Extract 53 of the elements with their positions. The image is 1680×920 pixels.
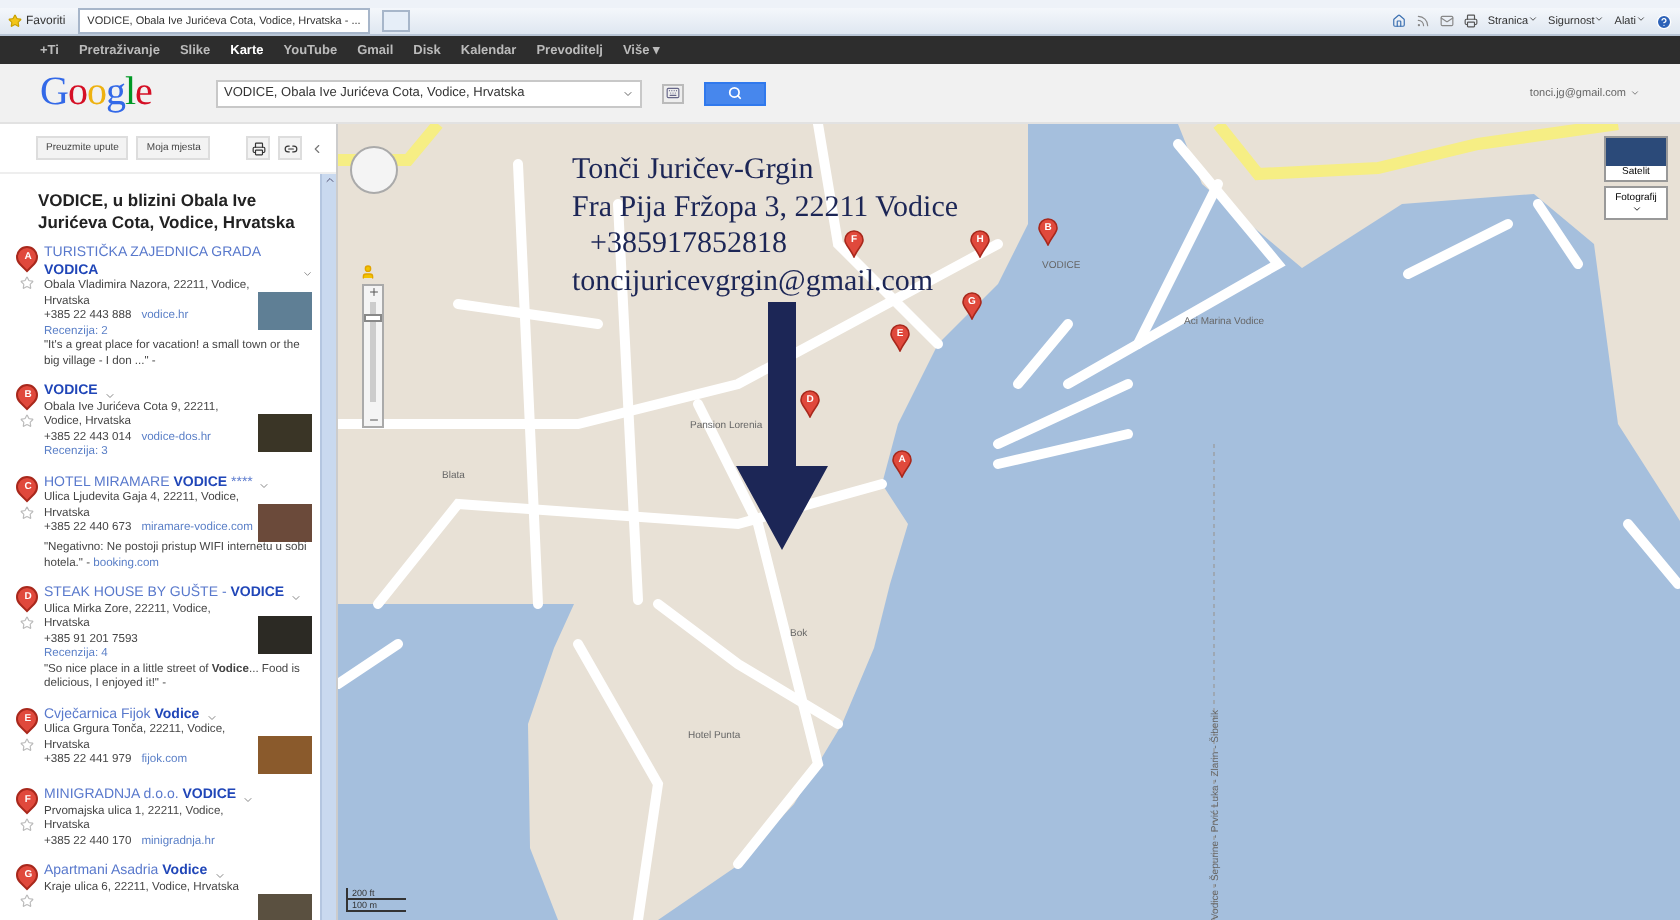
star-icon[interactable] bbox=[19, 737, 33, 751]
star-icon[interactable] bbox=[19, 505, 33, 519]
caret-icon bbox=[1631, 204, 1641, 214]
zoom-out-icon[interactable] bbox=[367, 414, 379, 426]
overlay-text: Tonči Juričev-Grgin bbox=[572, 152, 814, 189]
link-icon bbox=[283, 141, 297, 155]
slider-thumb[interactable] bbox=[364, 314, 382, 322]
pegman-icon[interactable] bbox=[360, 264, 376, 280]
scroll-up-icon[interactable] bbox=[323, 174, 335, 186]
print-icon[interactable] bbox=[1463, 14, 1478, 28]
star-icon[interactable] bbox=[19, 276, 33, 290]
star-icon bbox=[8, 14, 22, 28]
overlay-text: +385917852818 bbox=[590, 226, 787, 263]
caret-icon[interactable] bbox=[290, 591, 303, 603]
collapse-icon[interactable] bbox=[310, 141, 324, 155]
photo-placeholder[interactable] bbox=[258, 413, 312, 451]
logo[interactable]: Google bbox=[40, 70, 196, 116]
caret-icon bbox=[1594, 14, 1605, 24]
map-drawing[interactable] bbox=[338, 124, 1680, 920]
print-icon bbox=[251, 141, 265, 155]
search-button[interactable] bbox=[704, 81, 766, 105]
keyboard-icon bbox=[666, 86, 680, 100]
caret-icon[interactable] bbox=[258, 480, 271, 492]
scrollbar[interactable] bbox=[320, 174, 336, 920]
photo-placeholder[interactable] bbox=[258, 893, 312, 920]
keyboard-button[interactable] bbox=[662, 83, 684, 103]
link-button[interactable] bbox=[278, 136, 302, 160]
caret-icon[interactable] bbox=[205, 712, 218, 724]
star-icon[interactable] bbox=[19, 616, 33, 630]
feed-icon[interactable] bbox=[1415, 14, 1430, 28]
caret-icon bbox=[1528, 14, 1539, 24]
caret-icon bbox=[622, 87, 634, 99]
star-icon[interactable] bbox=[19, 894, 33, 908]
zoom-in-icon[interactable] bbox=[367, 286, 379, 298]
caret-icon bbox=[1630, 88, 1640, 98]
caret-icon[interactable] bbox=[242, 793, 255, 805]
caret-icon[interactable] bbox=[302, 268, 314, 280]
photo-placeholder[interactable] bbox=[258, 615, 312, 653]
help-icon[interactable] bbox=[1656, 13, 1672, 29]
caret-icon[interactable] bbox=[103, 389, 116, 401]
home-icon[interactable] bbox=[1391, 14, 1406, 28]
mail-icon[interactable] bbox=[1439, 14, 1454, 28]
overlay-text: toncijuricevgrgin@gmail.com bbox=[572, 263, 934, 300]
star-icon[interactable] bbox=[19, 818, 33, 832]
caret-icon[interactable] bbox=[213, 869, 226, 881]
print-button[interactable] bbox=[246, 136, 270, 160]
caret-icon bbox=[1636, 14, 1646, 24]
star-icon[interactable] bbox=[19, 414, 33, 428]
search-icon bbox=[728, 86, 742, 100]
new-tab-button[interactable] bbox=[382, 10, 411, 32]
overlay-text: Fra Pija Fržopa 3, 22211 Vodice bbox=[572, 189, 959, 226]
satellite-thumbnail bbox=[1606, 138, 1666, 166]
results-heading: VODICE, u blizini Obala Ive Jurićeva Cota, Vodice, Hrvatska bbox=[36, 190, 297, 232]
